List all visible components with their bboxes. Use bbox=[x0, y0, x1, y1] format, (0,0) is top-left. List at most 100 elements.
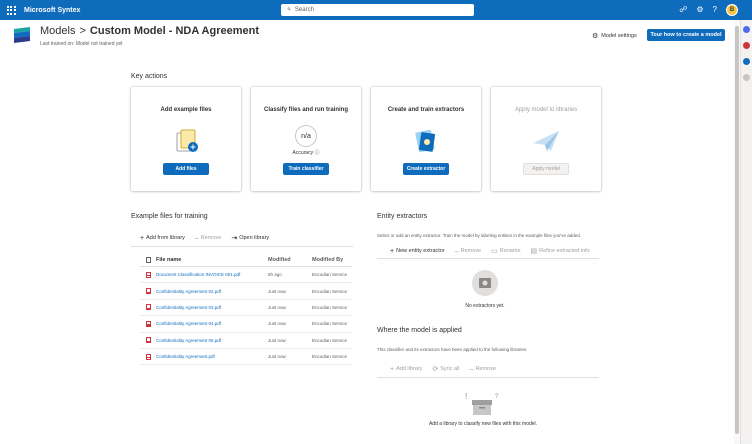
apply-model-button[interactable]: Apply model bbox=[523, 163, 569, 175]
file-name-link[interactable]: Document Classification INVOICE 001.pdf bbox=[156, 272, 268, 277]
file-name-link[interactable]: Confidentiality Agreement 04.pdf bbox=[156, 321, 268, 326]
applied-toolbar: + Add library ⟳ Sync all – Remove bbox=[390, 365, 496, 374]
add-files-illustration-icon bbox=[176, 129, 198, 152]
app-launcher-icon[interactable] bbox=[0, 0, 22, 20]
modified-cell: Just now bbox=[268, 354, 286, 360]
card-add-files: Add example files Add files bbox=[131, 87, 241, 191]
info-icon[interactable]: ⓘ bbox=[314, 150, 319, 156]
svg-text:?: ? bbox=[495, 394, 499, 400]
file-name-link[interactable]: Confidentiality Agreement 02.pdf bbox=[156, 289, 268, 294]
card-title: Classify files and run training bbox=[263, 107, 349, 113]
share-icon[interactable]: ☍ bbox=[679, 6, 687, 14]
table-row[interactable]: Confidentiality Agreement 04.pdf Just no… bbox=[140, 316, 352, 333]
files-toolbar: + Add from library – Remove ⇥ Open library bbox=[140, 234, 269, 243]
last-trained-text: Last trained on: Model not trained yet bbox=[40, 41, 123, 47]
search-box[interactable]: ⌕ Search bbox=[281, 4, 474, 16]
file-name-link[interactable]: Confidentiality Agreement 05.pdf bbox=[156, 338, 268, 343]
card-title: Add example files bbox=[160, 107, 212, 113]
pdf-icon bbox=[140, 304, 156, 311]
app-name[interactable]: Microsoft Syntex bbox=[24, 7, 80, 14]
top-right-actions: ☍ ⚙ ? B bbox=[679, 2, 738, 18]
accuracy-value: n/a bbox=[295, 125, 317, 147]
settings-icon[interactable]: ⚙ bbox=[696, 6, 703, 14]
sync-icon: ⟳ bbox=[432, 366, 439, 373]
add-from-library-button[interactable]: + Add from library bbox=[140, 235, 185, 242]
minus-icon: – bbox=[469, 365, 474, 373]
file-name-link[interactable]: Confidentiality Agreement 03.pdf bbox=[156, 305, 268, 310]
modified-by-cell: Encodian Service bbox=[312, 337, 348, 343]
remove-file-button[interactable]: – Remove bbox=[195, 235, 221, 242]
train-classifier-button[interactable]: Train classifier bbox=[283, 163, 329, 175]
extractors-toolbar: + New entity extractor – Remove ▭ Rename ▤ R… bbox=[390, 247, 590, 256]
rename-icon: ▭ bbox=[491, 248, 498, 255]
entity-extractors-description: Select or add an entity extractor. Train… bbox=[377, 233, 581, 238]
table-row[interactable]: Confidentiality Agreement 03.pdf Just no… bbox=[140, 300, 352, 317]
open-library-button[interactable]: ⇥ Open library bbox=[231, 234, 269, 242]
add-library-empty-text: Add a library to classify new files with… bbox=[428, 421, 538, 427]
table-row[interactable]: Document Classification INVOICE 001.pdf … bbox=[140, 267, 352, 284]
sync-all-button[interactable]: ⟳ Sync all bbox=[432, 365, 459, 373]
card-title: Create and train extractors bbox=[387, 107, 465, 113]
rename-extractor-button[interactable]: ▭ Rename bbox=[491, 247, 520, 255]
create-extractor-button[interactable]: Create extractor bbox=[403, 163, 449, 175]
remove-library-button[interactable]: – Remove bbox=[470, 366, 496, 373]
empty-box-illustration-icon: ! ? bbox=[465, 392, 499, 415]
help-icon[interactable]: ? bbox=[713, 6, 717, 14]
add-app-icon[interactable] bbox=[743, 74, 750, 81]
refine-icon: ▤ bbox=[530, 248, 538, 255]
top-bar: Microsoft Syntex ⌕ Search ☍ ⚙ ? B bbox=[0, 0, 752, 20]
column-modified-by[interactable]: Modified By bbox=[312, 257, 352, 263]
tour-button[interactable]: Tour how to create a model bbox=[647, 29, 725, 41]
gear-icon: ⚙ bbox=[592, 33, 599, 40]
files-table: File name Modified Modified By Document … bbox=[140, 253, 352, 366]
file-type-header-icon bbox=[140, 256, 156, 263]
breadcrumb-separator: > bbox=[79, 25, 86, 37]
applied-heading: Where the model is applied bbox=[377, 327, 462, 334]
page-header: Models > Custom Model - NDA Agreement La… bbox=[0, 20, 734, 50]
add-files-button[interactable]: Add files bbox=[163, 163, 209, 175]
column-file-name[interactable]: File name bbox=[156, 257, 268, 263]
table-row[interactable]: Confidentiality Agreement.pdf Just now E… bbox=[140, 349, 352, 366]
entity-extractors-heading: Entity extractors bbox=[377, 213, 428, 220]
refine-extracted-info-button[interactable]: ▤ Refine extracted info bbox=[531, 247, 590, 255]
pdf-icon bbox=[140, 353, 156, 360]
card-create-extractor: Create and train extractors Create extra… bbox=[371, 87, 481, 191]
search-input[interactable]: Search bbox=[295, 7, 314, 13]
pdf-icon bbox=[140, 271, 156, 278]
modified-by-cell: Encodian Service bbox=[312, 288, 348, 294]
table-header: File name Modified Modified By bbox=[140, 253, 352, 267]
add-icon: + bbox=[140, 234, 145, 242]
add-icon: + bbox=[390, 247, 395, 255]
app-red-icon[interactable] bbox=[743, 42, 750, 49]
remove-extractor-button[interactable]: – Remove bbox=[455, 248, 481, 255]
modified-cell: Just now bbox=[268, 337, 286, 343]
breadcrumb-models-link[interactable]: Models bbox=[40, 25, 75, 37]
divider bbox=[131, 246, 353, 247]
avatar[interactable]: B bbox=[726, 4, 738, 16]
divider bbox=[377, 258, 599, 259]
file-name-link[interactable]: Confidentiality Agreement.pdf bbox=[156, 354, 268, 359]
divider bbox=[377, 377, 599, 378]
open-icon: ⇥ bbox=[231, 235, 238, 242]
model-settings-button[interactable]: ⚙ Model settings bbox=[592, 32, 637, 40]
table-row[interactable]: Confidentiality Agreement 05.pdf Just no… bbox=[140, 333, 352, 349]
scroll-thumb[interactable] bbox=[735, 26, 739, 434]
app-blue-icon[interactable] bbox=[743, 58, 750, 65]
new-entity-extractor-button[interactable]: + New entity extractor bbox=[390, 248, 445, 255]
copilot-icon[interactable] bbox=[743, 26, 750, 33]
card-apply-model: Apply model to libraries Apply model bbox=[491, 87, 601, 191]
modified-by-cell: Encodian Service bbox=[312, 304, 348, 310]
scrollbar[interactable] bbox=[734, 20, 740, 444]
column-modified[interactable]: Modified bbox=[268, 257, 312, 263]
add-library-button[interactable]: + Add library bbox=[390, 366, 422, 373]
accuracy-label: Accuracy ⓘ bbox=[292, 150, 320, 156]
modified-cell: Just now bbox=[268, 304, 286, 310]
table-row[interactable]: Confidentiality Agreement 02.pdf Just no… bbox=[140, 283, 352, 300]
pdf-icon bbox=[140, 337, 156, 344]
svg-text:!: ! bbox=[465, 392, 467, 401]
paper-plane-icon bbox=[533, 131, 559, 151]
model-settings-label: Model settings bbox=[601, 33, 637, 39]
applied-description: This classifier and its extractors have … bbox=[377, 347, 528, 352]
example-files-heading: Example files for training bbox=[131, 213, 208, 220]
pdf-icon bbox=[140, 288, 156, 295]
